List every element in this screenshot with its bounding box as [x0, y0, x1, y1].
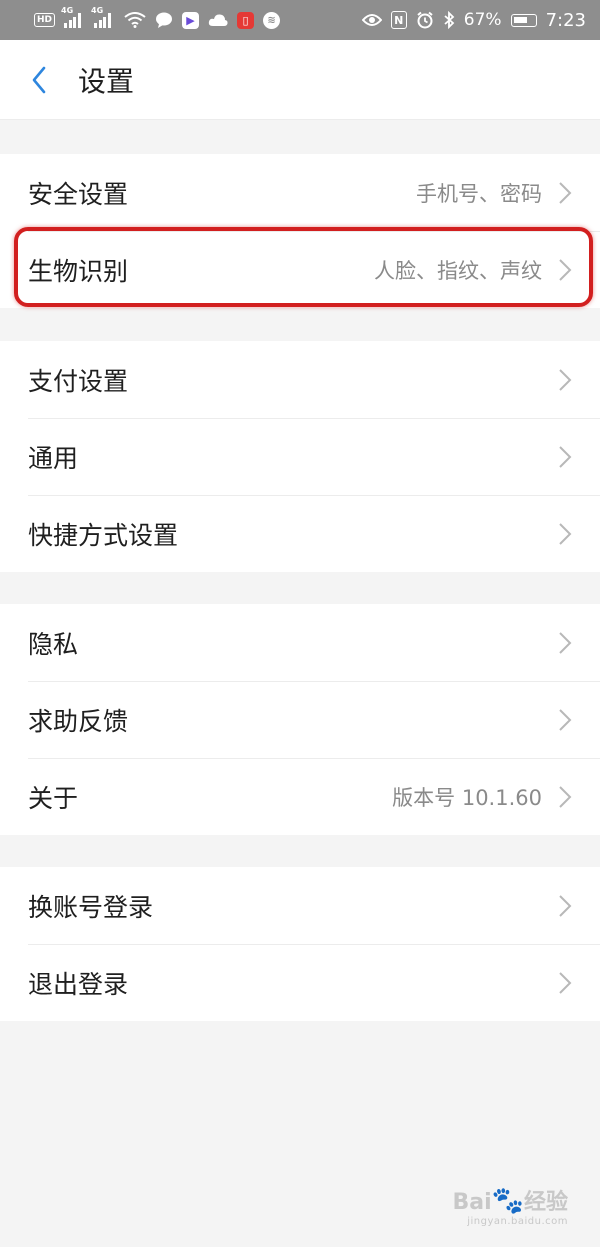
settings-group-general: 支付设置 通用 快捷方式设置	[0, 341, 600, 572]
settings-item-label: 支付设置	[28, 366, 129, 396]
settings-item-payment[interactable]: 支付设置	[0, 341, 600, 418]
eye-icon	[361, 14, 382, 26]
chevron-right-icon	[559, 971, 572, 994]
page-title: 设置	[78, 64, 135, 98]
settings-item-about[interactable]: 关于 版本号 10.1.60	[0, 758, 600, 835]
settings-item-value: 人脸、指纹、声纹	[374, 258, 542, 283]
settings-item-label: 换账号登录	[28, 892, 154, 922]
book-app-icon: ▯	[237, 11, 255, 29]
alarm-icon	[417, 11, 433, 29]
settings-item-label: 关于	[28, 783, 79, 813]
chevron-left-icon	[32, 66, 46, 93]
bluetooth-icon	[444, 11, 455, 29]
settings-group-account: 安全设置 手机号、密码 生物识别 人脸、指纹、声纹	[0, 154, 600, 308]
audio-app-icon: ≋	[263, 11, 281, 29]
chevron-right-icon	[559, 181, 572, 204]
status-bar-right: N 67% 7:23	[361, 9, 586, 31]
chevron-right-icon	[559, 894, 572, 917]
nav-bar: 设置	[0, 40, 600, 120]
settings-item-privacy[interactable]: 隐私	[0, 604, 600, 681]
settings-item-feedback[interactable]: 求助反馈	[0, 681, 600, 758]
settings-item-security[interactable]: 安全设置 手机号、密码	[0, 154, 600, 231]
settings-item-label: 安全设置	[28, 179, 129, 209]
chevron-right-icon	[559, 445, 572, 468]
watermark: Bai🐾经验 jingyan.baidu.com	[452, 1188, 568, 1227]
status-bar-left: HD 4G 4G ▶ ▯ ≋	[34, 6, 281, 29]
settings-item-switch-account[interactable]: 换账号登录	[0, 867, 600, 944]
settings-item-label: 快捷方式设置	[28, 520, 179, 550]
chevron-right-icon	[559, 631, 572, 654]
back-button[interactable]	[0, 40, 78, 120]
signal-icon: 4G	[61, 6, 85, 28]
settings-item-label: 求助反馈	[28, 706, 129, 736]
chevron-right-icon	[559, 522, 572, 545]
chevron-right-icon	[559, 258, 572, 281]
status-bar: HD 4G 4G ▶ ▯ ≋ N 67% 7:23	[0, 0, 600, 40]
watermark-url: jingyan.baidu.com	[467, 1216, 568, 1227]
paw-icon: 🐾	[491, 1186, 524, 1216]
settings-item-biometrics[interactable]: 生物识别 人脸、指纹、声纹	[0, 231, 600, 308]
cloud-icon	[208, 14, 228, 26]
chevron-right-icon	[559, 785, 572, 808]
version-value: 版本号 10.1.60	[392, 785, 542, 810]
settings-item-label: 隐私	[28, 629, 79, 659]
watermark-brand-suffix: 经验	[523, 1190, 568, 1215]
settings-group-login: 换账号登录 退出登录	[0, 867, 600, 1021]
battery-percent: 67%	[463, 10, 502, 30]
watermark-brand: Bai	[452, 1190, 492, 1215]
settings-group-about: 隐私 求助反馈 关于 版本号 10.1.60	[0, 604, 600, 835]
settings-item-label: 生物识别	[28, 256, 129, 286]
video-app-icon: ▶	[182, 11, 200, 29]
status-time: 7:23	[545, 9, 586, 31]
hd-badge: HD	[34, 13, 56, 27]
battery-icon	[510, 13, 537, 27]
chat-icon	[156, 12, 173, 28]
chevron-right-icon	[559, 708, 572, 731]
chevron-right-icon	[559, 368, 572, 391]
settings-item-shortcuts[interactable]: 快捷方式设置	[0, 495, 600, 572]
nfc-icon: N	[390, 11, 407, 29]
signal-icon: 4G	[91, 6, 115, 28]
settings-item-logout[interactable]: 退出登录	[0, 944, 600, 1021]
wifi-icon	[124, 12, 146, 28]
settings-item-general[interactable]: 通用	[0, 418, 600, 495]
settings-item-label: 通用	[28, 443, 79, 473]
settings-item-value: 手机号、密码	[416, 181, 542, 206]
settings-item-label: 退出登录	[28, 969, 129, 999]
